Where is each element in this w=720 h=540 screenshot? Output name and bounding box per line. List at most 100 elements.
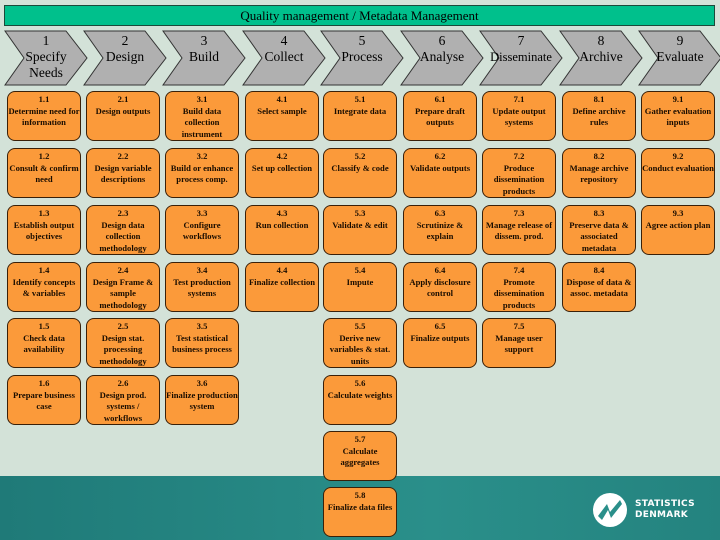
subprocess-id: 6.3 [434, 208, 446, 218]
subprocess-id: 8.1 [593, 94, 605, 104]
subprocess-4-2: 4.2 Set up collection [245, 148, 319, 198]
subprocess-label: Design variable descriptions [94, 162, 152, 185]
phase-name: Archive [579, 49, 623, 64]
subprocess-id: 2.6 [117, 378, 129, 388]
phase-7-chevron: 7 Disseminate [479, 30, 563, 86]
subprocess-id: 4.4 [276, 265, 288, 275]
subprocess-id: 8.2 [593, 151, 605, 161]
subprocess-id: 6.2 [434, 151, 446, 161]
subprocess-id: 2.2 [117, 151, 129, 161]
subprocess-label: Configure workflows [182, 219, 222, 242]
subprocess-id: 2.5 [117, 321, 129, 331]
subprocess-3-5: 3.5 Test statistical business process [165, 318, 239, 368]
subprocess-6-1: 6.1 Prepare draft outputs [403, 91, 477, 141]
subprocess-id: 7.5 [513, 321, 525, 331]
subprocess-5-8: 5.8 Finalize data files [323, 487, 397, 537]
subprocess-id: 5.3 [354, 208, 366, 218]
subprocess-id: 5.5 [354, 321, 366, 331]
subprocess-id: 3.5 [196, 321, 208, 331]
subprocess-7-4: 7.4 Promote dissemination products [482, 262, 556, 312]
subprocess-5-5: 5.5 Derive new variables & stat. units [323, 318, 397, 368]
subprocess-id: 1.1 [38, 94, 50, 104]
phase-number: 8 [597, 33, 605, 48]
subprocess-label: Scrutinize & explain [416, 219, 464, 242]
logo-line2: DENMARK [635, 510, 689, 520]
phase-name: Build [188, 49, 219, 64]
phase-number: 5 [358, 33, 366, 48]
phase-number: 4 [280, 33, 288, 48]
subprocess-4-1: 4.1 Select sample [245, 91, 319, 141]
subprocess-label: Calculate weights [327, 389, 393, 400]
phase-name: Specify Needs [25, 49, 67, 80]
subprocess-7-2: 7.2 Produce dissemination products [482, 148, 556, 198]
subprocess-2-1: 2.1 Design outputs [86, 91, 160, 141]
subprocess-label: Design data collection methodology [99, 219, 147, 253]
subprocess-id: 2.1 [117, 94, 129, 104]
subprocess-label: Validate & edit [332, 219, 388, 230]
subprocess-2-3: 2.3 Design data collection methodology [86, 205, 160, 255]
subprocess-2-4: 2.4 Design Frame & sample methodology [86, 262, 160, 312]
subprocess-6-5: 6.5 Finalize outputs [403, 318, 477, 368]
subprocess-id: 3.2 [196, 151, 208, 161]
subprocess-label: Promote dissemination products [493, 276, 545, 310]
subprocess-id: 5.4 [354, 265, 366, 275]
subprocess-id: 7.3 [513, 208, 525, 218]
phase-number: 3 [200, 33, 208, 48]
subprocess-9-2: 9.2 Conduct evaluation [641, 148, 715, 198]
subprocess-9-1: 9.1 Gather evaluation inputs [641, 91, 715, 141]
subprocess-5-7: 5.7 Calculate aggregates [323, 431, 397, 481]
subprocess-5-4: 5.4 Impute [323, 262, 397, 312]
subprocess-label: Determine need for information [8, 105, 80, 128]
subprocess-7-3: 7.3 Manage release of dissem. prod. [482, 205, 556, 255]
subprocess-label: Manage user support [495, 332, 543, 355]
phase-number: 2 [121, 33, 129, 48]
phase-name: Process [341, 49, 383, 64]
subprocess-label: Finalize collection [248, 276, 316, 287]
subprocess-label: Preserve data & associated metadata [569, 219, 629, 253]
subprocess-3-4: 3.4 Test production systems [165, 262, 239, 312]
subprocess-3-2: 3.2 Build or enhance process comp. [165, 148, 239, 198]
subprocess-id: 6.1 [434, 94, 446, 104]
subprocess-1-1: 1.1 Determine need for information [7, 91, 81, 141]
phase-1-chevron: 1 Specify Needs [4, 30, 88, 86]
subprocess-2-2: 2.2 Design variable descriptions [86, 148, 160, 198]
subprocess-id: 4.1 [276, 94, 288, 104]
subprocess-label: Manage archive repository [569, 162, 629, 185]
subprocess-label: Finalize outputs [410, 332, 470, 343]
subprocess-id: 3.6 [196, 378, 208, 388]
subprocess-label: Conduct evaluation [642, 162, 714, 173]
subprocess-7-1: 7.1 Update output systems [482, 91, 556, 141]
subprocess-id: 4.3 [276, 208, 288, 218]
subprocess-label: Produce dissemination products [493, 162, 545, 196]
logo-line1: STATISTICS [635, 499, 695, 509]
subprocess-1-6: 1.6 Prepare business case [7, 375, 81, 425]
subprocess-id: 6.5 [434, 321, 446, 331]
subprocess-id: 2.4 [117, 265, 129, 275]
subprocess-label: Agree action plan [645, 219, 711, 230]
subprocess-label: Design prod. systems / workflows [99, 389, 147, 423]
subprocess-3-3: 3.3 Configure workflows [165, 205, 239, 255]
subprocess-label: Impute [346, 276, 374, 287]
subprocess-id: 9.3 [672, 208, 684, 218]
logo-mark-icon [593, 493, 627, 527]
subprocess-8-2: 8.2 Manage archive repository [562, 148, 636, 198]
subprocess-6-2: 6.2 Validate outputs [403, 148, 477, 198]
subprocess-id: 4.2 [276, 151, 288, 161]
subprocess-3-6: 3.6 Finalize production system [165, 375, 239, 425]
phase-3-chevron: 3 Build [162, 30, 246, 86]
subprocess-label: Manage release of dissem. prod. [485, 219, 553, 242]
phase-2-chevron: 2 Design [83, 30, 167, 86]
subprocess-label: Build or enhance process comp. [170, 162, 234, 185]
subprocess-4-4: 4.4 Finalize collection [245, 262, 319, 312]
subprocess-id: 1.2 [38, 151, 50, 161]
subprocess-id: 8.3 [593, 208, 605, 218]
subprocess-2-6: 2.6 Design prod. systems / workflows [86, 375, 160, 425]
phase-name: Collect [264, 49, 304, 64]
subprocess-1-4: 1.4 Identify concepts & variables [7, 262, 81, 312]
subprocess-label: Select sample [257, 105, 307, 116]
subprocess-label: Gather evaluation inputs [644, 105, 712, 128]
subprocess-id: 5.6 [354, 378, 366, 388]
subprocess-label: Test statistical business process [172, 332, 232, 355]
subprocess-id: 1.4 [38, 265, 50, 275]
subprocess-1-5: 1.5 Check data availability [7, 318, 81, 368]
